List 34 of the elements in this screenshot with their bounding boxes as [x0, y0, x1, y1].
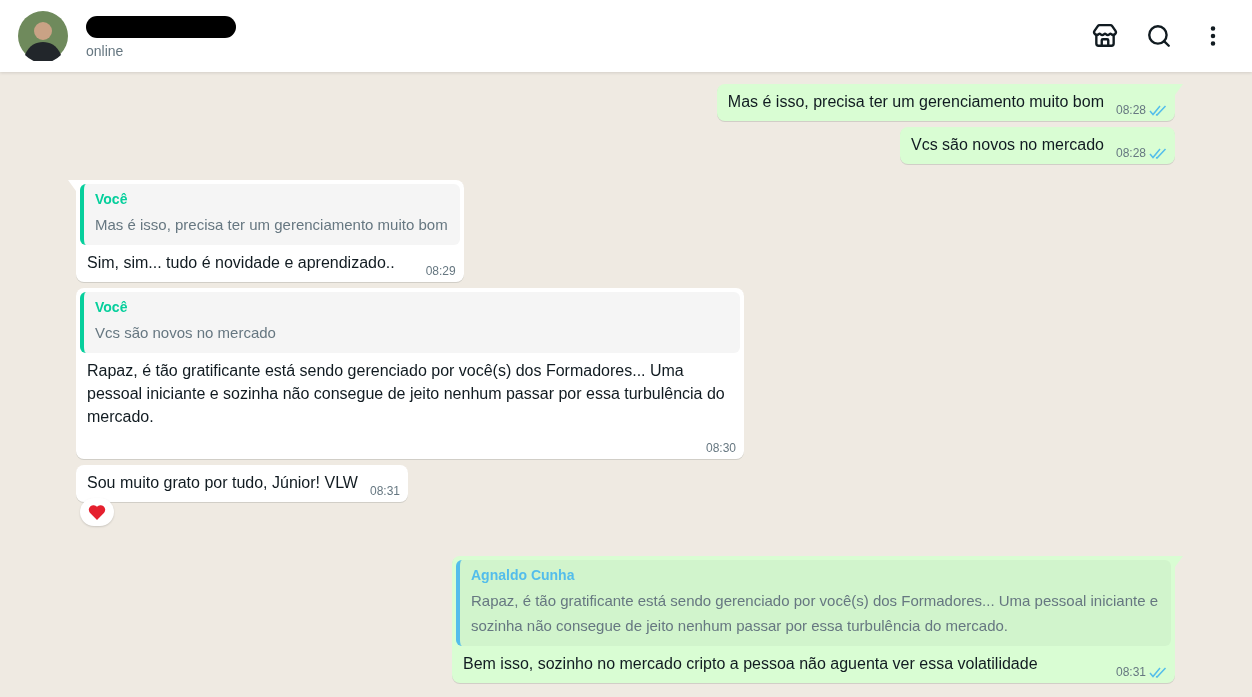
- avatar[interactable]: [18, 11, 68, 61]
- heart-icon: [88, 504, 106, 520]
- bubble-tail: [68, 180, 76, 193]
- reaction-badge[interactable]: [80, 498, 114, 526]
- quote-author: Agnaldo Cunha: [471, 567, 576, 583]
- message-bubble[interactable]: Você Mas é isso, precisa ter um gerenciamento muito bom Sim, sim... tudo é novidade e aprendizado.. 08:29: [76, 180, 464, 282]
- contact-status: online: [86, 43, 125, 59]
- quote-text: Vcs são novos no mercado: [95, 323, 277, 343]
- quoted-message[interactable]: Você Mas é isso, precisa ter um gerenciamento muito bom: [80, 184, 460, 245]
- message-text: Sim, sim... tudo é novidade e aprendizado..: [87, 253, 395, 273]
- quote-text: Mas é isso, precisa ter um gerenciamento muito bom: [95, 215, 448, 235]
- message-text: Rapaz, é tão gratificante está sendo gerenciado por você(s) dos Formadores... Uma pessoal iniciante e sozinha não consegue de jeito nenhum passar por essa turbulência do mercado.: [87, 361, 726, 427]
- quote-text: Rapaz, é tão gratificante está sendo gerenciado por você(s) dos Formadores... Uma pessoal iniciante e sozinha não consegue de jeito nenhum passar por essa turbulência do mercado.: [471, 591, 1159, 636]
- message-time: 08:30: [705, 440, 736, 457]
- message-time: 08:31: [1115, 664, 1146, 681]
- message-text: Sou muito grato por tudo, Júnior! VLW: [87, 473, 358, 493]
- quoted-message[interactable]: Agnaldo Cunha Rapaz, é tão gratificante está sendo gerenciado por você(s) dos Formadores... Uma pessoal iniciante e sozinha não consegue de jeito nenhum passar por essa turbulência do mercado.: [456, 560, 1171, 646]
- message-time: 08:28: [1115, 102, 1146, 119]
- message-bubble[interactable]: [452, 556, 1175, 683]
- message-text: Mas é isso, precisa ter um gerenciamento muito bom: [727, 92, 1104, 112]
- message-text: Bem isso, sozinho no mercado cripto a pessoa não aguenta ver essa volatilidade: [463, 654, 1038, 674]
- search-icon[interactable]: [1146, 23, 1172, 49]
- message-bubble[interactable]: [76, 288, 744, 459]
- message-time: 08:31: [369, 483, 400, 500]
- message-bubble[interactable]: Vcs são novos no mercado 08:28: [899, 127, 1175, 164]
- message-bubble[interactable]: Mas é isso, precisa ter um gerenciamento muito bom 08:28: [716, 84, 1175, 121]
- store-icon[interactable]: [1092, 23, 1118, 49]
- message-bubble[interactable]: Sou muito grato por tudo, Júnior! VLW 08:31: [76, 465, 408, 502]
- quote-author: Você: [95, 191, 129, 207]
- quoted-message[interactable]: Você Vcs são novos no mercado: [80, 292, 740, 353]
- message-text: Vcs são novos no mercado: [910, 135, 1104, 155]
- message-time: 08:29: [425, 263, 456, 280]
- quote-author: Você: [95, 299, 129, 315]
- message-time: 08:28: [1115, 145, 1146, 162]
